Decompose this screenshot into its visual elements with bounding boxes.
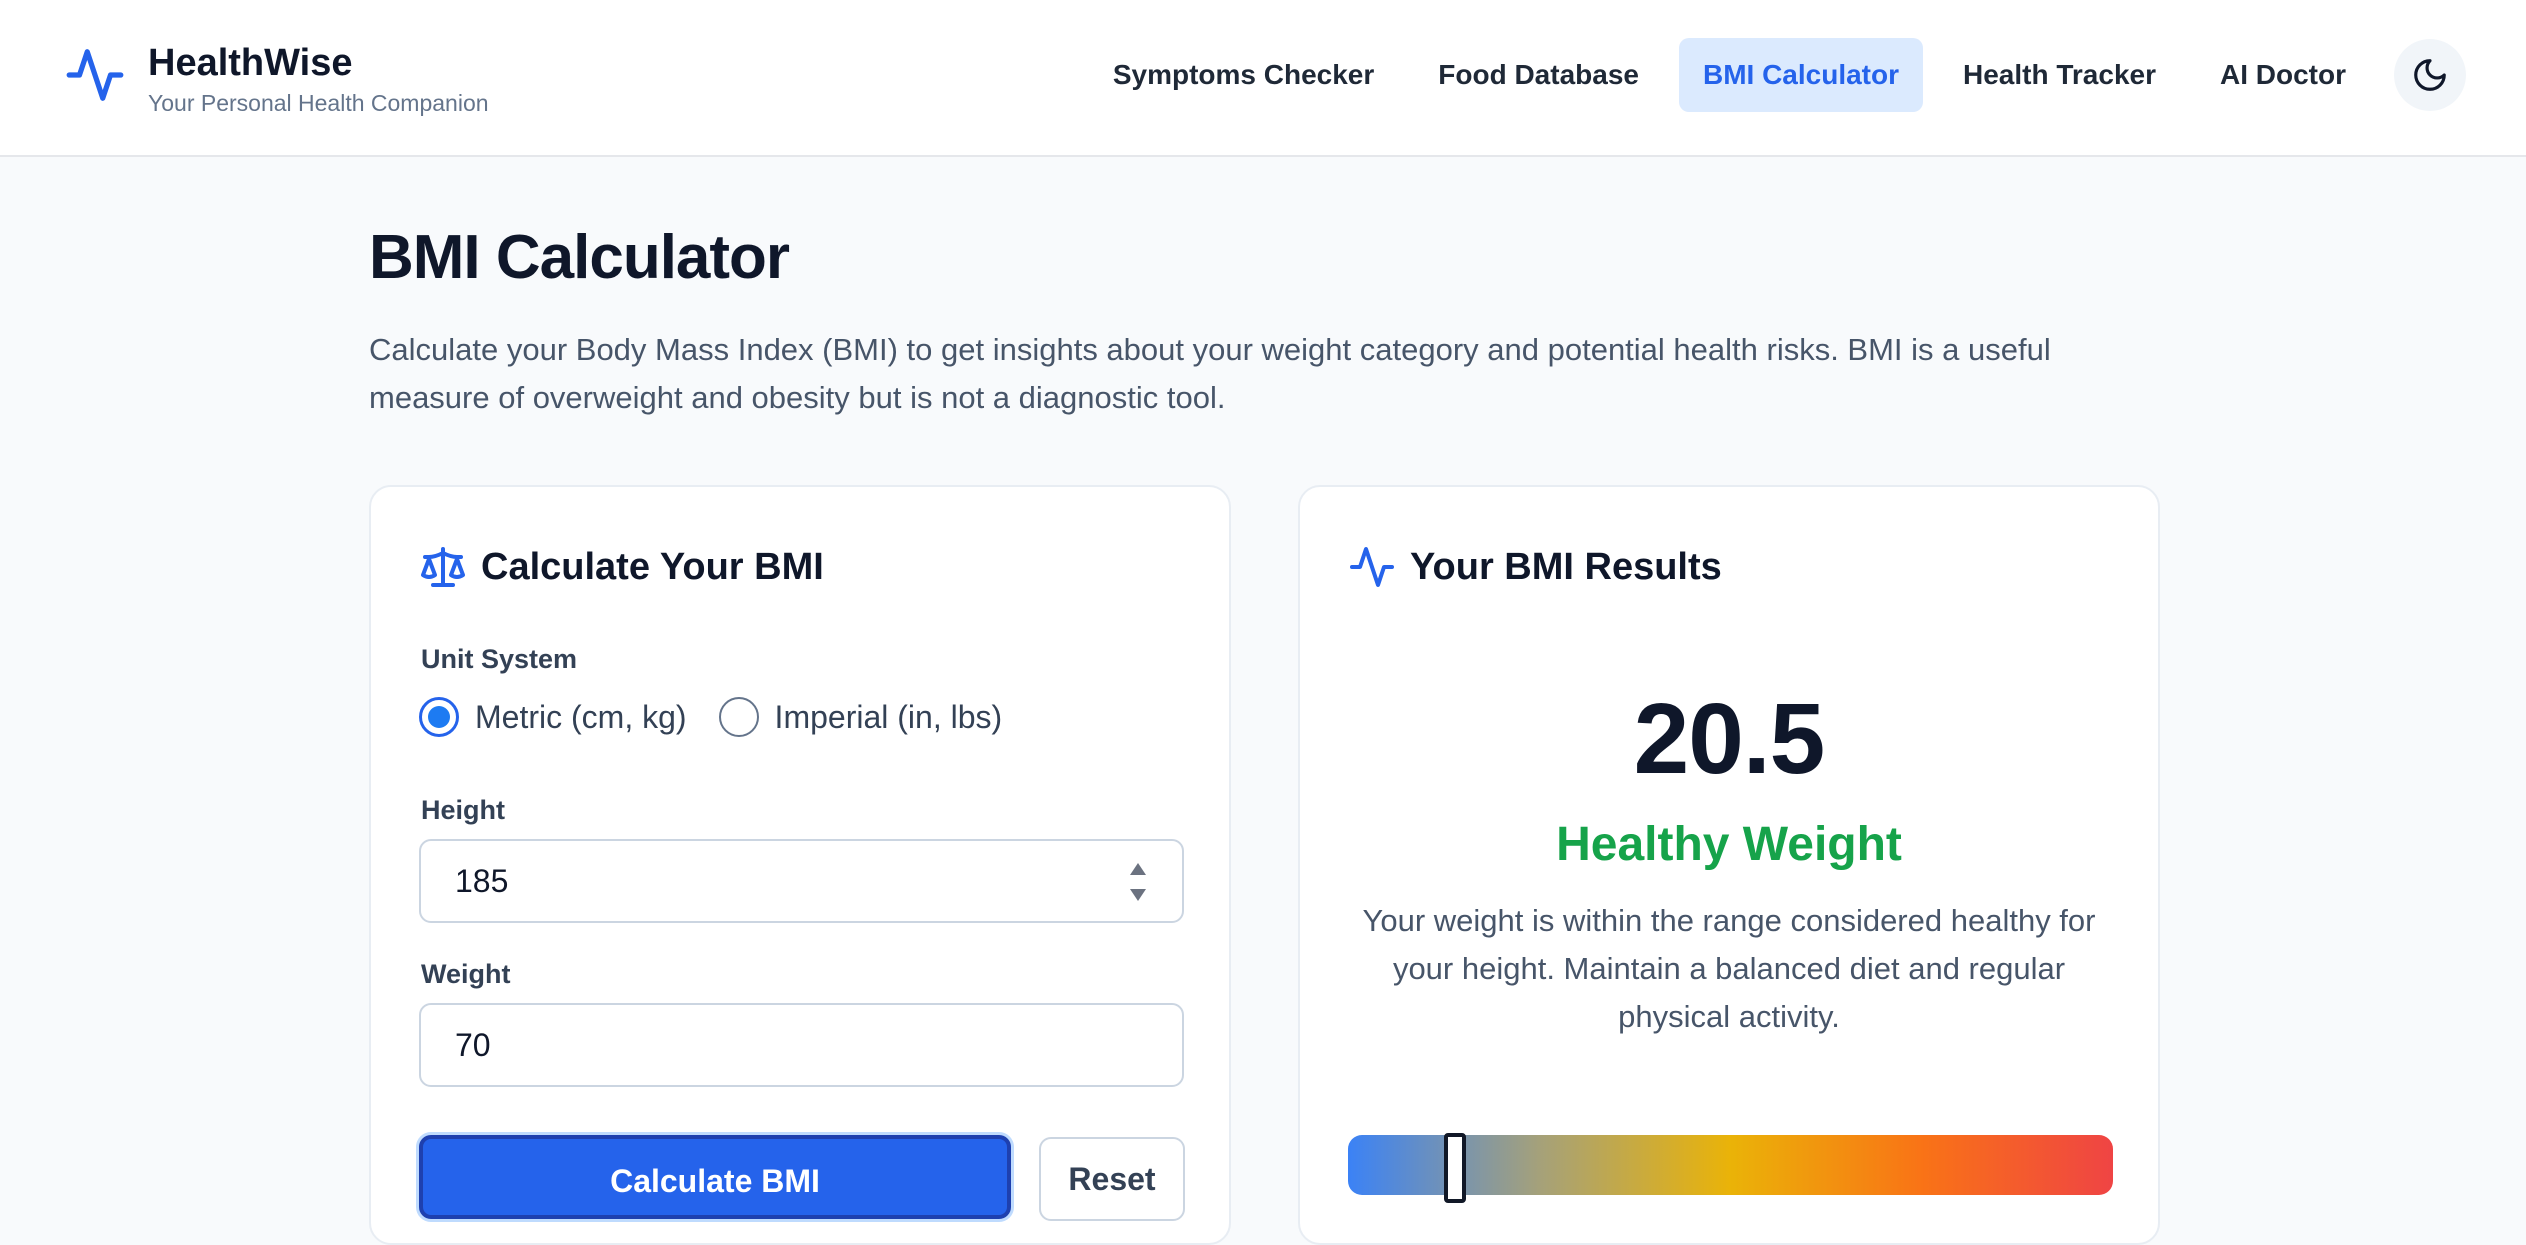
brand-title: HealthWise xyxy=(148,42,353,84)
main-nav: Symptoms Checker Food Database BMI Calcu… xyxy=(1073,38,2466,112)
results-card-title: Your BMI Results xyxy=(1410,545,1722,588)
page-description: Calculate your Body Mass Index (BMI) to … xyxy=(369,332,2051,415)
activity-pulse-icon xyxy=(66,49,124,101)
imperial-radio[interactable]: Imperial (in, lbs) xyxy=(718,697,1003,737)
reset-button[interactable]: Reset xyxy=(1039,1137,1185,1221)
nav-symptoms-checker[interactable]: Symptoms Checker xyxy=(1089,38,1398,112)
height-label: Height xyxy=(421,795,505,825)
theme-toggle-button[interactable] xyxy=(2394,39,2466,111)
number-spinner-icon[interactable] xyxy=(1128,859,1148,905)
app-header: HealthWise Your Personal Health Companio… xyxy=(0,0,2526,157)
scale-icon xyxy=(421,547,465,587)
calculator-card-header: Calculate Your BMI xyxy=(419,543,824,591)
unit-system-label: Unit System xyxy=(421,644,578,674)
height-input[interactable]: 185 xyxy=(419,839,1184,923)
nav-bmi-calculator[interactable]: BMI Calculator xyxy=(1678,38,1923,112)
weight-value: 70 xyxy=(455,1027,491,1063)
bmi-scale-marker xyxy=(1444,1133,1466,1203)
metric-radio-label: Metric (cm, kg) xyxy=(475,698,687,735)
bmi-value: 20.5 xyxy=(1633,683,1826,795)
activity-pulse-icon xyxy=(1350,547,1394,587)
nav-ai-doctor[interactable]: AI Doctor xyxy=(2196,38,2370,112)
height-value: 185 xyxy=(455,863,509,899)
nav-health-tracker[interactable]: Health Tracker xyxy=(1939,38,2180,112)
nav-food-database[interactable]: Food Database xyxy=(1414,38,1663,112)
calculator-card-title: Calculate Your BMI xyxy=(481,545,824,588)
brand[interactable]: HealthWise Your Personal Health Companio… xyxy=(64,40,489,118)
metric-radio-indicator[interactable] xyxy=(419,697,459,737)
brand-subtitle: Your Personal Health Companion xyxy=(148,90,489,116)
imperial-radio-indicator[interactable] xyxy=(718,697,759,737)
bmi-calculator-card: Calculate Your BMI Unit System Metric (c… xyxy=(369,485,1231,1245)
page-title: BMI Calculator xyxy=(369,223,790,292)
weight-label: Weight xyxy=(421,959,511,989)
bmi-category-description: Your weight is within the range consider… xyxy=(1362,903,2096,1034)
imperial-radio-label: Imperial (in, lbs) xyxy=(774,698,1003,735)
metric-radio[interactable]: Metric (cm, kg) xyxy=(419,697,687,737)
unit-system-radio-group: Metric (cm, kg) Imperial (in, lbs) xyxy=(419,697,1034,737)
bmi-scale-bar xyxy=(1348,1133,2113,1203)
results-card-header: Your BMI Results xyxy=(1348,543,1722,591)
weight-input[interactable]: 70 xyxy=(419,1003,1184,1087)
bmi-results-card: Your BMI Results 20.5 Healthy Weight You… xyxy=(1298,485,2160,1245)
moon-icon xyxy=(2414,59,2446,91)
calculate-bmi-button[interactable]: Calculate BMI xyxy=(419,1135,1011,1219)
bmi-category: Healthy Weight xyxy=(1556,818,1902,871)
